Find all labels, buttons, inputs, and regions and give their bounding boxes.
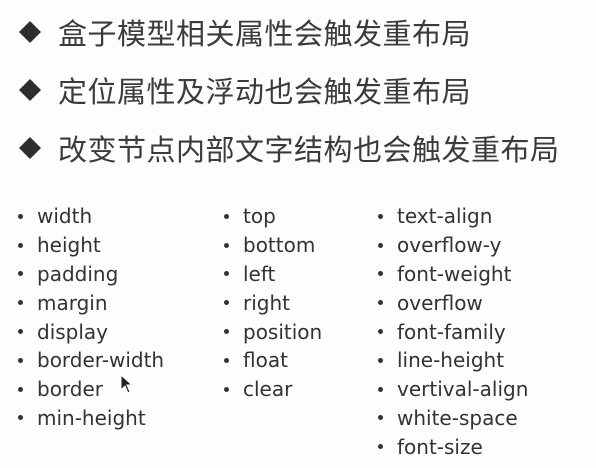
- property-name: border: [37, 377, 104, 402]
- list-item: margin: [18, 288, 164, 317]
- property-name: min-height: [37, 405, 146, 430]
- property-name: right: [243, 290, 290, 315]
- property-name: line-height: [397, 348, 505, 373]
- list-item: vertival-align: [378, 375, 528, 404]
- round-bullet-icon: [224, 242, 229, 248]
- list-item: line-height: [378, 346, 528, 375]
- list-item: overflow-y: [378, 231, 528, 260]
- list-item: left: [224, 260, 322, 289]
- property-name: top: [243, 204, 276, 229]
- property-name: position: [243, 319, 323, 344]
- round-bullet-icon: [18, 357, 23, 363]
- list-item: min-height: [18, 404, 164, 433]
- round-bullet-icon: [18, 213, 23, 219]
- property-column-text: text-align overflow-y font-weight overfl…: [378, 202, 528, 461]
- diamond-bullet-icon: [18, 78, 42, 102]
- round-bullet-icon: [378, 386, 383, 392]
- heading-item: 定位属性及浮动也会触发重布局: [18, 64, 593, 116]
- property-name: left: [243, 261, 276, 286]
- list-item: display: [18, 317, 164, 346]
- property-name: float: [243, 348, 288, 373]
- list-item: float: [224, 346, 322, 375]
- property-name: vertival-align: [397, 377, 529, 402]
- heading-item: 盒子模型相关属性会触发重布局: [18, 6, 593, 58]
- round-bullet-icon: [18, 300, 23, 306]
- heading-text: 改变节点内部文字结构也会触发重布局: [58, 133, 560, 167]
- round-bullet-icon: [378, 357, 383, 363]
- list-item: padding: [18, 260, 164, 289]
- property-name: border-width: [37, 348, 165, 373]
- property-name: font-family: [397, 319, 506, 344]
- round-bullet-icon: [18, 386, 23, 392]
- property-name: text-align: [397, 204, 493, 229]
- property-column-position: top bottom left right position float cle…: [224, 202, 322, 404]
- round-bullet-icon: [224, 213, 229, 219]
- list-item: clear: [224, 375, 322, 404]
- list-item: bottom: [224, 231, 322, 260]
- list-item: border-width: [18, 346, 164, 375]
- property-name: height: [37, 233, 101, 258]
- list-item: position: [224, 317, 322, 346]
- round-bullet-icon: [224, 300, 229, 306]
- property-name: bottom: [243, 233, 316, 258]
- list-item: font-weight: [378, 260, 528, 289]
- diamond-bullet-icon: [18, 20, 42, 44]
- heading-item: 改变节点内部文字结构也会触发重布局: [18, 122, 593, 174]
- round-bullet-icon: [378, 300, 383, 306]
- round-bullet-icon: [224, 271, 229, 277]
- heading-text: 定位属性及浮动也会触发重布局: [58, 75, 472, 109]
- property-name: font-size: [397, 434, 483, 459]
- list-item: text-align: [378, 202, 528, 231]
- property-name: clear: [243, 377, 293, 402]
- diamond-bullet-icon: [18, 136, 42, 160]
- property-name: margin: [37, 290, 108, 315]
- round-bullet-icon: [18, 242, 23, 248]
- property-columns: width height padding margin display bord…: [18, 202, 593, 462]
- property-name: display: [37, 319, 109, 344]
- mouse-pointer-icon: [120, 373, 134, 394]
- round-bullet-icon: [18, 271, 23, 277]
- list-item: white-space: [378, 404, 528, 433]
- heading-list: 盒子模型相关属性会触发重布局 定位属性及浮动也会触发重布局 改变节点内部文字结构…: [18, 6, 593, 180]
- property-name: font-weight: [397, 261, 512, 286]
- property-column-box-model: width height padding margin display bord…: [18, 202, 164, 432]
- round-bullet-icon: [18, 415, 23, 421]
- heading-text: 盒子模型相关属性会触发重布局: [58, 17, 472, 51]
- round-bullet-icon: [18, 329, 23, 335]
- round-bullet-icon: [224, 329, 229, 335]
- round-bullet-icon: [378, 242, 383, 248]
- round-bullet-icon: [378, 329, 383, 335]
- list-item: top: [224, 202, 322, 231]
- list-item: overflow: [378, 288, 528, 317]
- round-bullet-icon: [224, 357, 229, 363]
- property-name: width: [37, 204, 93, 229]
- slide: 盒子模型相关属性会触发重布局 定位属性及浮动也会触发重布局 改变节点内部文字结构…: [0, 0, 596, 468]
- property-name: overflow-y: [397, 233, 502, 258]
- round-bullet-icon: [378, 444, 383, 450]
- property-name: white-space: [397, 405, 518, 430]
- property-name: padding: [37, 261, 119, 286]
- list-item: width: [18, 202, 164, 231]
- round-bullet-icon: [224, 386, 229, 392]
- list-item: height: [18, 231, 164, 260]
- round-bullet-icon: [378, 213, 383, 219]
- round-bullet-icon: [378, 271, 383, 277]
- list-item: right: [224, 288, 322, 317]
- round-bullet-icon: [378, 415, 383, 421]
- list-item: font-size: [378, 432, 528, 461]
- list-item: font-family: [378, 317, 528, 346]
- property-name: overflow: [397, 290, 483, 315]
- list-item: border: [18, 375, 164, 404]
